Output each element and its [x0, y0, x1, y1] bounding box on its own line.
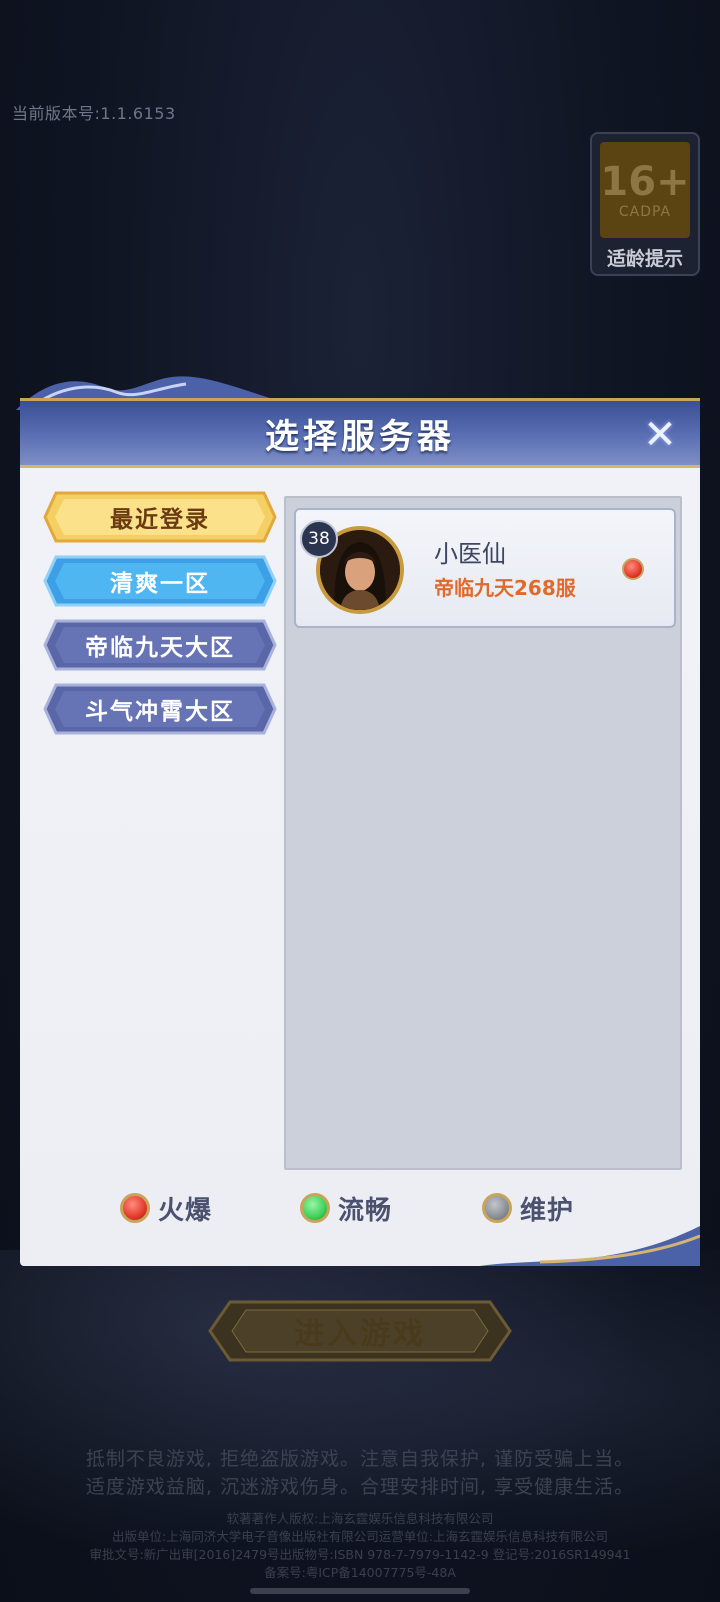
age-rating-number: 16+ [600, 159, 690, 205]
status-hot-icon [622, 558, 644, 580]
legend-maintenance: 维护 [482, 1188, 574, 1228]
tab-douqi-chongxiao-region[interactable]: 斗气冲霄大区 [42, 682, 278, 736]
legend-label: 流畅 [338, 1195, 393, 1226]
version-label: 当前版本号:1.1.6153 [12, 104, 176, 123]
status-hot-icon [120, 1193, 150, 1223]
server-name: 帝临九天268服 [434, 576, 576, 600]
server-card[interactable]: 38 小医仙 帝临九天268服 [294, 508, 676, 628]
tab-label: 清爽一区 [110, 571, 210, 597]
level-badge: 38 [300, 520, 338, 558]
age-rating-org: CADPA [618, 204, 672, 220]
health-notice-line-2: 适度游戏益脑, 沉迷游戏伤身。合理安排时间, 享受健康生活。 [85, 1476, 635, 1498]
age-rating-badge[interactable]: 16+ CADPA 适龄提示 [590, 132, 700, 276]
age-rating-tip: 适龄提示 [606, 248, 683, 270]
legend-label: 火爆 [158, 1195, 213, 1226]
tab-label: 最近登录 [110, 507, 210, 533]
legal-line-2: 出版单位:上海同济大学电子音像出版社有限公司运营单位:上海玄霆娱乐信息科技有限公… [112, 1529, 608, 1544]
tab-label: 斗气冲霄大区 [85, 699, 235, 725]
status-smooth-icon [300, 1193, 330, 1223]
server-list-panel[interactable]: 38 小医仙 帝临九天268服 [284, 496, 682, 1170]
close-button[interactable]: ✕ [638, 413, 682, 457]
legend-hot: 火爆 [120, 1188, 212, 1228]
tab-recent-login[interactable]: 最近登录 [42, 490, 278, 544]
dialog-title: 选择服务器 [265, 416, 455, 457]
tab-dilin-jiutian-region[interactable]: 帝临九天大区 [42, 618, 278, 672]
legal-line-1: 软著著作人版权:上海玄霆娱乐信息科技有限公司 [226, 1511, 494, 1526]
footer-wave-decoration [480, 1226, 700, 1266]
home-indicator[interactable] [250, 1588, 470, 1594]
health-notice-line-1: 抵制不良游戏, 拒绝盗版游戏。注意自我保护, 谨防受骗上当。 [85, 1448, 635, 1470]
server-select-dialog: 选择服务器 ✕ 最近登录 清爽一区 帝临九天大区 斗气冲霄大区 38 小医仙 帝… [16, 376, 700, 1266]
age-rating-icon: 16+ CADPA [600, 142, 690, 238]
tab-qingshuang-zone-1[interactable]: 清爽一区 [42, 554, 278, 608]
enter-game-label: 进入游戏 [294, 1317, 426, 1352]
tab-label: 帝临九天大区 [85, 635, 235, 661]
legend-label: 维护 [520, 1195, 575, 1226]
legend-smooth: 流畅 [300, 1188, 392, 1228]
dialog-header: 选择服务器 ✕ [20, 398, 700, 468]
status-maintenance-icon [482, 1193, 512, 1223]
legal-line-4: 备案号:粤ICP备14007775号-48A [264, 1565, 456, 1580]
close-icon: ✕ [643, 412, 677, 458]
legal-line-3: 审批文号:新广出审[2016]2479号出版物号:ISBN 978-7-7979… [89, 1547, 631, 1562]
player-name: 小医仙 [434, 540, 506, 568]
enter-game-button[interactable]: 进入游戏 [206, 1298, 514, 1364]
